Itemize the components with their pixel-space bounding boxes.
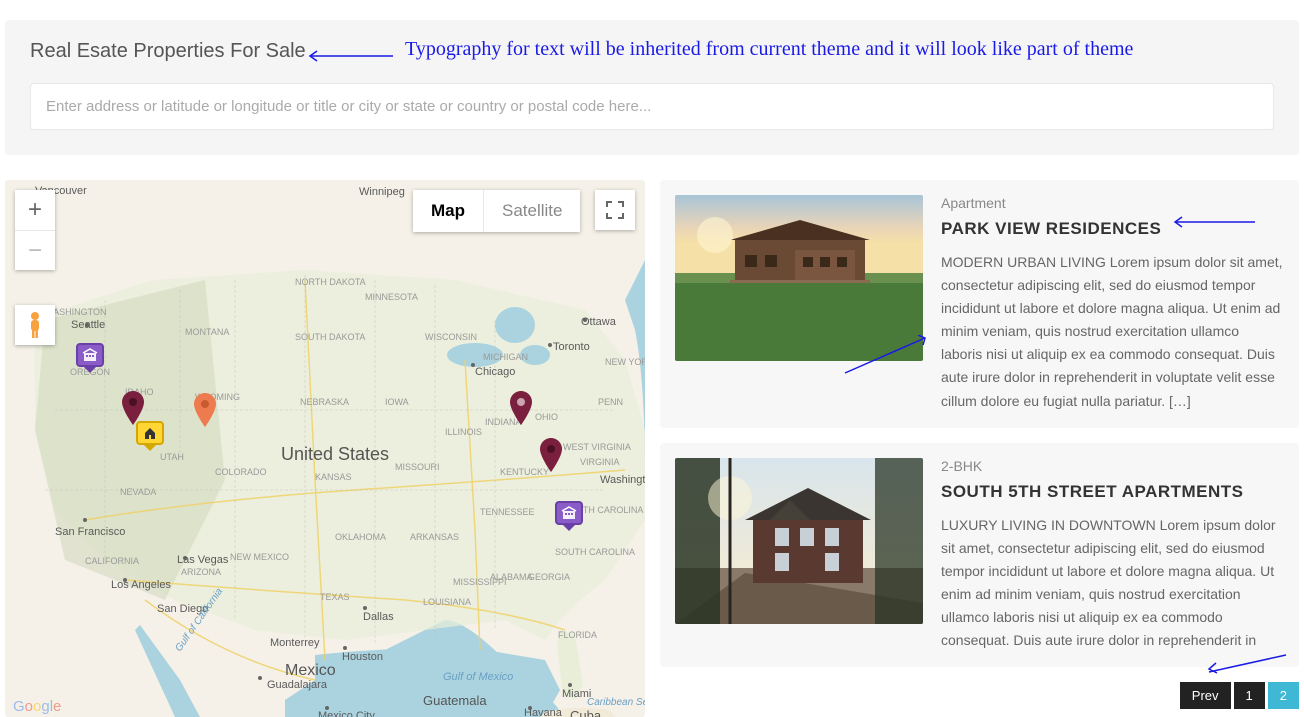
listing-category: Apartment [941, 195, 1284, 211]
svg-text:OKLAHOMA: OKLAHOMA [335, 532, 386, 542]
svg-text:ARKANSAS: ARKANSAS [410, 532, 459, 542]
maptype-satellite-button[interactable]: Satellite [483, 190, 580, 232]
map-marker-tn[interactable] [510, 391, 532, 428]
listing-info: 2-BHK SOUTH 5TH STREET APARTMENTS LUXURY… [941, 458, 1284, 653]
page-title: Real Esate Properties For Sale [30, 40, 306, 63]
listing-description: LUXURY LIVING IN DOWNTOWN Lorem ipsum do… [941, 514, 1284, 653]
svg-text:NORTH DAKOTA: NORTH DAKOTA [295, 277, 366, 287]
map-marker-la-pin[interactable] [122, 391, 144, 428]
svg-text:Washington: Washington [600, 474, 645, 486]
zoom-in-button[interactable]: + [15, 190, 55, 230]
svg-text:Toronto: Toronto [553, 341, 590, 353]
svg-text:San Francisco: San Francisco [55, 526, 125, 538]
fullscreen-button[interactable] [595, 190, 635, 230]
pagination-page-1[interactable]: 1 [1234, 682, 1265, 709]
annotation-text: Typography for text will be inherited fr… [405, 38, 1133, 61]
svg-text:Mexico: Mexico [285, 662, 336, 679]
svg-text:WEST VIRGINIA: WEST VIRGINIA [563, 442, 631, 452]
svg-text:Los Angeles: Los Angeles [111, 579, 171, 591]
pagination-page-2[interactable]: 2 [1268, 682, 1299, 709]
fullscreen-icon [606, 201, 624, 219]
map-marker-az[interactable] [194, 393, 216, 430]
svg-text:MICHIGAN: MICHIGAN [483, 352, 528, 362]
svg-text:CALIFORNIA: CALIFORNIA [85, 556, 139, 566]
pagination: Prev 1 2 [660, 682, 1299, 709]
pegman-icon [25, 311, 45, 339]
svg-text:MINNESOTA: MINNESOTA [365, 292, 418, 302]
svg-text:NEVADA: NEVADA [120, 487, 156, 497]
annotation-arrow-icon [1170, 216, 1258, 228]
svg-text:WISCONSIN: WISCONSIN [425, 332, 477, 342]
svg-text:Caribbean Se: Caribbean Se [587, 697, 645, 708]
svg-text:MISSOURI: MISSOURI [395, 462, 440, 472]
svg-text:Cuba: Cuba [570, 708, 602, 717]
svg-text:ARIZONA: ARIZONA [181, 567, 221, 577]
svg-text:Seattle: Seattle [71, 319, 105, 331]
svg-text:VIRGINIA: VIRGINIA [580, 457, 620, 467]
svg-text:OHIO: OHIO [535, 412, 558, 422]
header-section: Real Esate Properties For Sale Typograph… [5, 20, 1299, 155]
svg-text:TENNESSEE: TENNESSEE [480, 507, 535, 517]
svg-text:IOWA: IOWA [385, 397, 409, 407]
pagination-prev[interactable]: Prev [1180, 682, 1231, 709]
svg-text:PENN: PENN [598, 397, 623, 407]
svg-text:Monterrey: Monterrey [270, 637, 320, 649]
listing-title[interactable]: SOUTH 5TH STREET APARTMENTS [941, 482, 1284, 502]
svg-text:Houston: Houston [342, 651, 383, 663]
svg-text:Chicago: Chicago [475, 366, 515, 378]
svg-text:FLORIDA: FLORIDA [558, 630, 597, 640]
search-input[interactable] [30, 83, 1274, 130]
svg-text:Winnipeg: Winnipeg [359, 186, 405, 198]
maptype-map-button[interactable]: Map [413, 190, 483, 232]
svg-text:Ottawa: Ottawa [581, 316, 617, 328]
map-marker-ga[interactable] [540, 438, 562, 475]
annotation-arrow-icon [1201, 652, 1291, 674]
listing-image [675, 458, 923, 624]
svg-text:KANSAS: KANSAS [315, 472, 352, 482]
svg-text:LOUISIANA: LOUISIANA [423, 597, 471, 607]
annotation-arrow-icon [840, 335, 930, 375]
listing-card[interactable]: Apartment PARK VIEW RESIDENCES MODERN UR… [660, 180, 1299, 428]
zoom-out-button[interactable]: − [15, 230, 55, 270]
svg-text:UTAH: UTAH [160, 452, 184, 462]
zoom-control: + − [15, 190, 55, 270]
map-marker-fl[interactable] [555, 501, 583, 525]
header-row: Real Esate Properties For Sale Typograph… [30, 40, 1274, 63]
map-container[interactable]: Vancouver Seattle San Francisco Los Ange… [5, 180, 645, 717]
svg-text:ALABAMA: ALABAMA [490, 572, 533, 582]
annotation-arrow-icon [305, 50, 395, 62]
svg-text:Las Vegas: Las Vegas [177, 554, 229, 566]
svg-text:NEBRASKA: NEBRASKA [300, 397, 349, 407]
svg-text:MONTANA: MONTANA [185, 327, 229, 337]
svg-text:SOUTH DAKOTA: SOUTH DAKOTA [295, 332, 365, 342]
listing-description: MODERN URBAN LIVING Lorem ipsum dolor si… [941, 251, 1284, 413]
streetview-pegman[interactable] [15, 305, 55, 345]
map-marker-sf[interactable] [76, 343, 104, 367]
svg-text:Guatemala: Guatemala [423, 693, 487, 708]
svg-text:Havana: Havana [524, 707, 563, 717]
svg-text:Guadalajara: Guadalajara [267, 679, 328, 691]
maptype-control: Map Satellite [413, 190, 580, 232]
listing-category: 2-BHK [941, 458, 1284, 474]
main-content: Vancouver Seattle San Francisco Los Ange… [0, 180, 1304, 717]
svg-text:SOUTH CAROLINA: SOUTH CAROLINA [555, 547, 635, 557]
listing-card[interactable]: 2-BHK SOUTH 5TH STREET APARTMENTS LUXURY… [660, 443, 1299, 668]
svg-text:COLORADO: COLORADO [215, 467, 267, 477]
google-attribution: Google [13, 698, 61, 715]
svg-text:ILLINOIS: ILLINOIS [445, 427, 482, 437]
svg-text:NEW MEXICO: NEW MEXICO [230, 552, 289, 562]
svg-text:NEW YORK: NEW YORK [605, 357, 645, 367]
svg-text:Gulf of Mexico: Gulf of Mexico [443, 671, 513, 683]
svg-text:GEORGIA: GEORGIA [528, 572, 570, 582]
listings-container: Apartment PARK VIEW RESIDENCES MODERN UR… [660, 180, 1299, 717]
svg-text:United States: United States [281, 444, 389, 464]
svg-text:TEXAS: TEXAS [320, 592, 350, 602]
svg-text:Dallas: Dallas [363, 611, 394, 623]
svg-text:Mexico City: Mexico City [318, 710, 375, 717]
